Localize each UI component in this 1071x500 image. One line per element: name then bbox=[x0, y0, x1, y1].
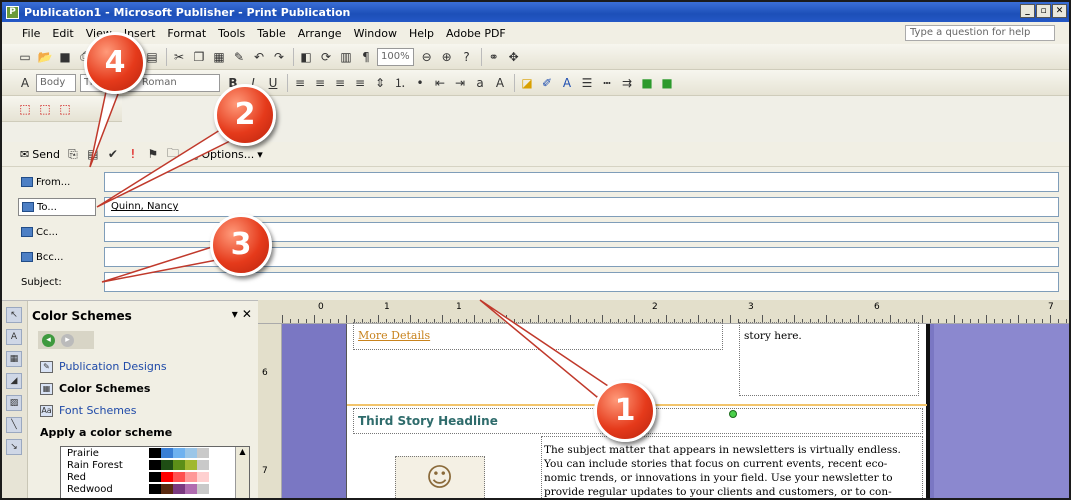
callout-4: 4 bbox=[84, 32, 146, 94]
callout-3-pointer bbox=[101, 246, 224, 283]
callout-2-pointer bbox=[96, 129, 234, 208]
callout-3: 3 bbox=[210, 214, 272, 276]
callout-pointers bbox=[89, 85, 616, 398]
callout-1: 1 bbox=[594, 380, 656, 442]
callout-2: 2 bbox=[214, 84, 276, 146]
publisher-window: P Publication1 - Microsoft Publisher - P… bbox=[0, 0, 1071, 500]
callout-4-pointer bbox=[89, 85, 119, 168]
callout-1-pointer bbox=[479, 299, 616, 398]
